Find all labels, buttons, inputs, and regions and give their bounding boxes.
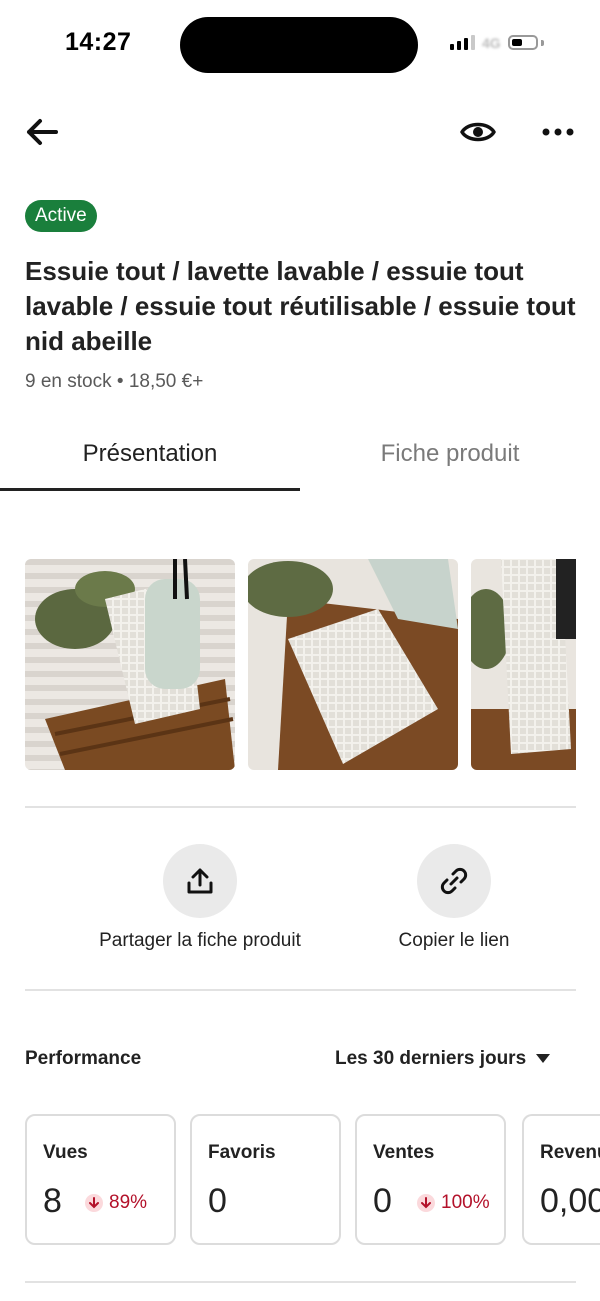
stat-delta: 100%: [417, 1192, 490, 1214]
caret-down-icon: [536, 1054, 551, 1063]
tab-presentation[interactable]: Présentation: [0, 440, 300, 468]
link-icon: [440, 867, 468, 895]
copy-link-label[interactable]: Copier le lien: [304, 930, 600, 952]
listing-meta: 9 en stock • 18,50 €+: [25, 371, 204, 392]
stat-label: Ventes: [373, 1142, 435, 1163]
divider: [25, 989, 576, 991]
stat-card-sales[interactable]: Ventes 0 100%: [355, 1114, 506, 1245]
copy-link-button[interactable]: [417, 844, 491, 918]
dynamic-island: [180, 17, 418, 73]
stat-delta: 89%: [85, 1192, 147, 1214]
listing-title: Essuie tout / lavette lavable / essuie t…: [25, 256, 576, 356]
share-upload-icon: [187, 868, 213, 894]
preview-button[interactable]: [457, 112, 499, 152]
stat-card-revenue[interactable]: Revenu 0,00: [522, 1114, 600, 1245]
arrow-left-icon: [27, 119, 58, 145]
status-badge: Active: [25, 200, 97, 232]
more-options-button[interactable]: [537, 112, 579, 152]
share-button[interactable]: [163, 844, 237, 918]
stat-card-views[interactable]: Vues 8 89%: [25, 1114, 176, 1245]
signal-strength-icon: [450, 35, 475, 50]
arrow-down-icon: [417, 1194, 435, 1212]
divider: [25, 1281, 576, 1283]
period-selector[interactable]: Les 30 derniers jours: [335, 1048, 551, 1070]
listing-photo-2[interactable]: [248, 559, 458, 770]
listing-photo-3[interactable]: [471, 559, 576, 770]
tab-product-sheet[interactable]: Fiche produit: [300, 440, 600, 468]
stat-delta-value: 100%: [441, 1192, 490, 1213]
network-type: 4G: [482, 35, 501, 51]
listing-photo-1[interactable]: [25, 559, 235, 770]
stat-label: Favoris: [208, 1142, 276, 1163]
stat-card-favorites[interactable]: Favoris 0: [190, 1114, 341, 1245]
period-label: Les 30 derniers jours: [335, 1048, 527, 1069]
performance-title: Performance: [25, 1048, 142, 1069]
active-tab-indicator: [0, 488, 300, 491]
stat-label: Vues: [43, 1142, 88, 1163]
stat-value: 0,00: [540, 1182, 600, 1220]
back-button[interactable]: [22, 112, 62, 152]
ellipsis-icon: [542, 128, 574, 136]
status-time: 14:27: [65, 28, 132, 56]
battery-tip: [541, 40, 544, 46]
divider: [25, 806, 576, 808]
stat-delta-value: 89%: [109, 1192, 148, 1213]
stat-value: 0: [373, 1182, 392, 1220]
arrow-down-icon: [85, 1194, 103, 1212]
eye-icon: [460, 122, 496, 142]
stat-value: 8: [43, 1182, 62, 1220]
battery-icon: [508, 35, 538, 50]
stat-label: Revenu: [540, 1142, 600, 1163]
stat-value: 0: [208, 1182, 227, 1220]
